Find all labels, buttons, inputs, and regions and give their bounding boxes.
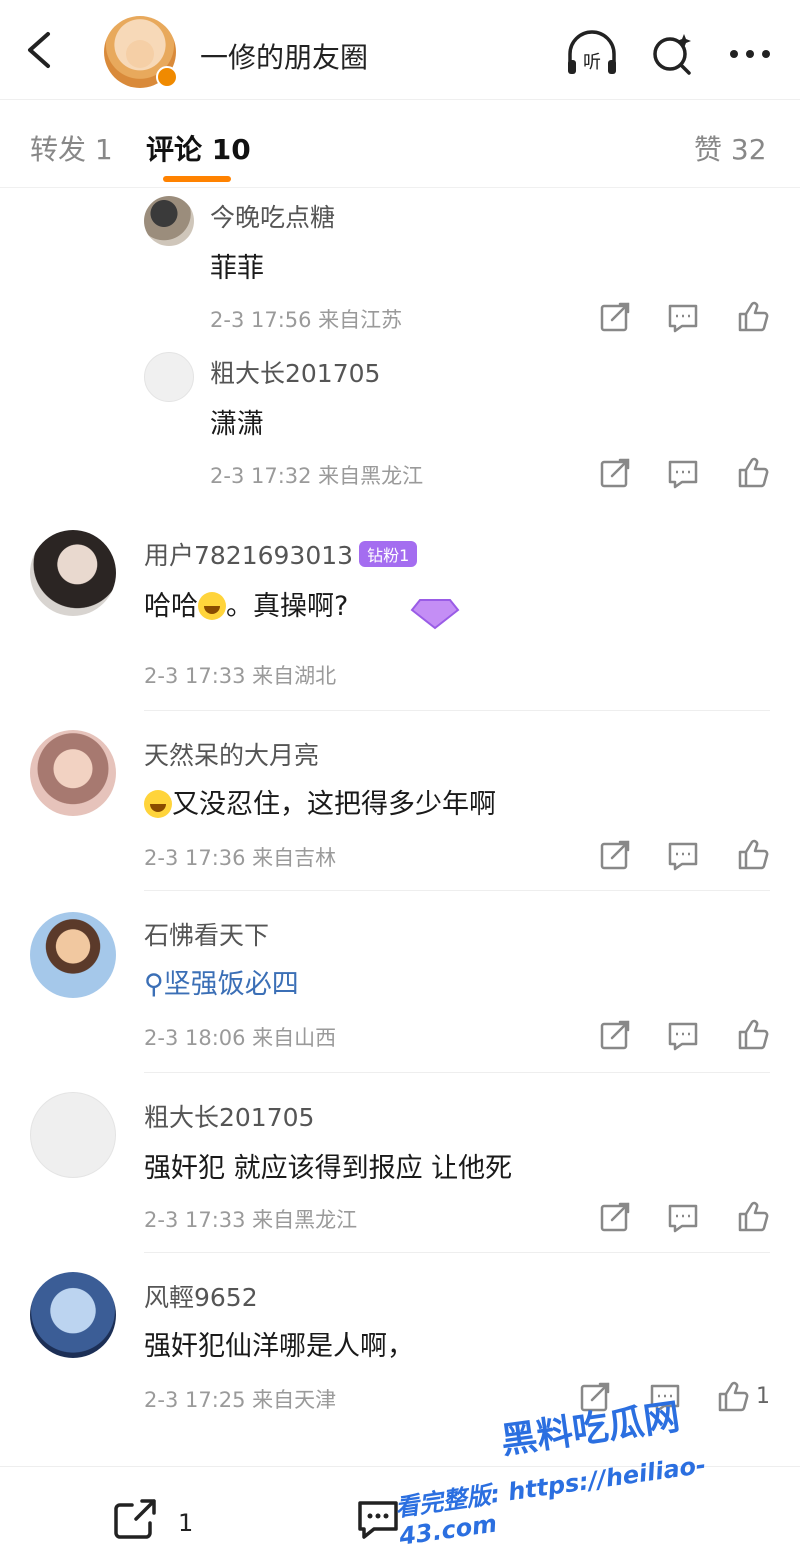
reply-meta: 2-3 17:56 来自江苏: [210, 308, 403, 332]
comment-text: 哈哈 。真操啊?: [144, 584, 348, 623]
top-nav-bar: 一修的朋友圈 听: [0, 0, 800, 100]
comment-text: 又没忍住，这把得多少年啊: [144, 782, 496, 821]
divider: [144, 1072, 770, 1073]
comment-reply-icon[interactable]: [666, 1200, 700, 1234]
comment-meta: 2-3 17:25 来自天津: [144, 1388, 337, 1412]
divider: [144, 1252, 770, 1253]
like-icon[interactable]: [736, 1018, 770, 1052]
verified-badge-icon: [156, 66, 178, 88]
comment-meta: 2-3 17:36 来自吉林: [144, 846, 337, 870]
back-icon[interactable]: [20, 28, 60, 72]
reply-meta: 2-3 17:32 来自黑龙江: [210, 464, 424, 488]
like-count: 1: [756, 1384, 770, 1409]
page-title[interactable]: 一修的朋友圈: [200, 36, 368, 76]
comment-reply-icon[interactable]: [666, 300, 700, 334]
comment-username[interactable]: 天然呆的大月亮: [144, 736, 319, 772]
share-icon[interactable]: [598, 1018, 632, 1052]
like-icon[interactable]: [736, 300, 770, 334]
fan-badge: 钻粉1: [359, 541, 418, 567]
avatar[interactable]: [30, 1272, 116, 1358]
avatar[interactable]: [144, 196, 194, 246]
diamond-sticker-icon: [410, 599, 460, 630]
like-icon[interactable]: [716, 1380, 750, 1414]
search-icon: ⚲: [144, 969, 164, 1000]
avatar[interactable]: [30, 1092, 116, 1178]
laughing-emoji-icon: [198, 592, 226, 620]
comment-username[interactable]: 用户7821693013 钻粉1: [144, 536, 418, 572]
repost-count: 1: [178, 1509, 194, 1537]
listen-icon[interactable]: 听: [564, 30, 620, 78]
reply-username[interactable]: 今晚吃点糖: [210, 198, 335, 234]
avatar[interactable]: [144, 352, 194, 402]
avatar[interactable]: [30, 530, 116, 616]
reply-username[interactable]: 粗大长201705: [210, 354, 380, 390]
comment-text-part: 。真操啊?: [226, 591, 349, 622]
topic-search-link[interactable]: ⚲坚强饭必四: [144, 962, 299, 1001]
comment-text-part: 又没忍住，这把得多少年啊: [172, 789, 496, 820]
comment-username[interactable]: 石怫看天下: [144, 916, 269, 952]
more-icon[interactable]: [722, 30, 778, 78]
comment-meta: 2-3 17:33 来自湖北: [144, 664, 337, 688]
divider: [144, 890, 770, 891]
username-text: 用户7821693013: [144, 541, 354, 570]
like-icon[interactable]: [736, 1200, 770, 1234]
share-icon[interactable]: [598, 1200, 632, 1234]
comment-text: 强奸犯 就应该得到报应 让他死: [144, 1153, 513, 1184]
comment-reply-icon[interactable]: [666, 1018, 700, 1052]
crying-laughing-emoji-icon: [144, 790, 172, 818]
tab-bar: 转发 1 评论 10 赞 32: [0, 100, 800, 188]
share-icon[interactable]: [598, 456, 632, 490]
search-ai-icon[interactable]: [646, 30, 702, 78]
comment-reply-icon[interactable]: [666, 456, 700, 490]
repost-icon[interactable]: [112, 1497, 160, 1541]
listen-label: 听: [583, 52, 601, 73]
avatar[interactable]: [30, 912, 116, 998]
like-icon[interactable]: [736, 456, 770, 490]
comment-username[interactable]: 风輕9652: [144, 1278, 258, 1314]
reply-text: 潇潇: [210, 409, 264, 440]
active-tab-indicator: [163, 176, 231, 182]
topic-text: 坚强饭必四: [163, 969, 299, 1000]
divider: [144, 710, 770, 711]
avatar[interactable]: [30, 730, 116, 816]
share-icon[interactable]: [598, 838, 632, 872]
share-icon[interactable]: [598, 300, 632, 334]
comment-text-part: 哈哈: [144, 591, 198, 622]
comment-reply-icon[interactable]: [666, 838, 700, 872]
like-icon[interactable]: [736, 838, 770, 872]
tab-repost[interactable]: 转发 1: [30, 128, 113, 168]
comment-meta: 2-3 17:33 来自黑龙江: [144, 1208, 358, 1232]
comment-text: 强奸犯仙洋哪是人啊，: [144, 1331, 414, 1362]
tab-likes[interactable]: 赞 32: [694, 128, 767, 168]
comment-username[interactable]: 粗大长201705: [144, 1098, 314, 1134]
tab-comments[interactable]: 评论 10: [146, 128, 251, 168]
reply-text: 菲菲: [210, 253, 264, 284]
comment-meta: 2-3 18:06 来自山西: [144, 1026, 337, 1050]
